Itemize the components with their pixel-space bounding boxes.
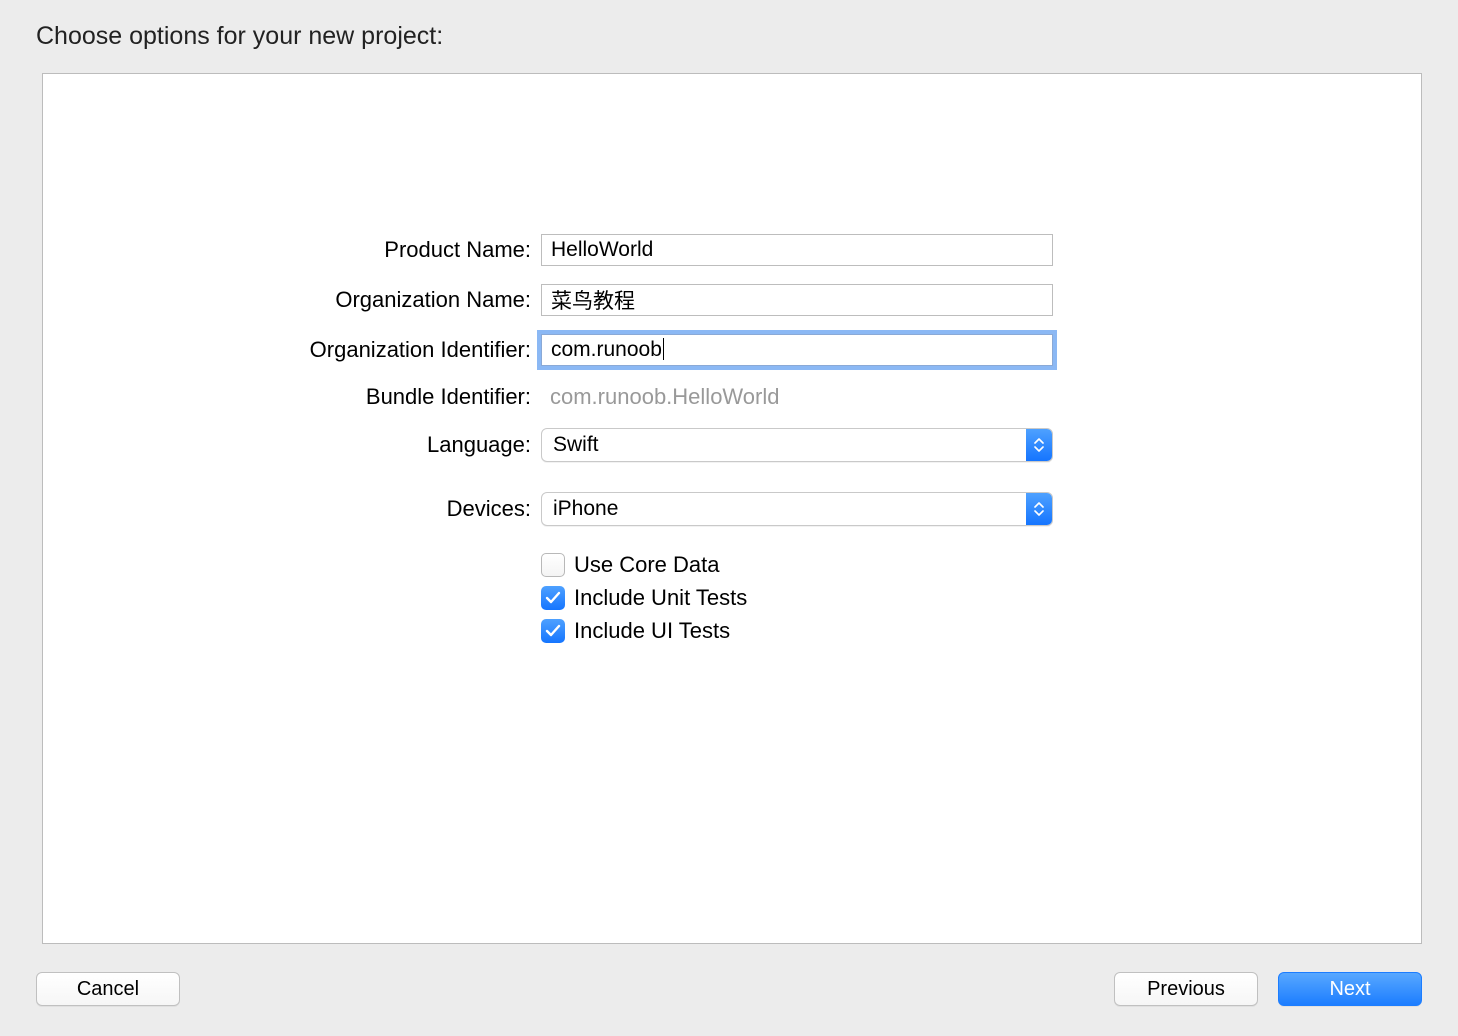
- new-project-options-dialog: Choose options for your new project: Pro…: [0, 0, 1458, 1036]
- organization-name-label: Organization Name:: [43, 287, 541, 313]
- checkbox-unchecked-icon: [541, 553, 565, 577]
- organization-identifier-value: com.runoob: [551, 338, 662, 362]
- organization-identifier-input[interactable]: com.runoob: [541, 334, 1053, 366]
- updown-arrows-icon: [1026, 493, 1052, 525]
- include-unit-tests-checkbox[interactable]: Include Unit Tests: [541, 585, 747, 611]
- devices-select[interactable]: iPhone: [541, 492, 1053, 526]
- dialog-title: Choose options for your new project:: [0, 0, 1458, 73]
- organization-identifier-label: Organization Identifier:: [43, 337, 541, 363]
- bundle-identifier-label: Bundle Identifier:: [43, 384, 541, 410]
- checkbox-checked-icon: [541, 619, 565, 643]
- use-core-data-checkbox[interactable]: Use Core Data: [541, 552, 747, 578]
- content-panel: Product Name: Organization Name: Organiz…: [42, 73, 1422, 944]
- language-select-value: Swift: [542, 433, 1026, 457]
- devices-select-value: iPhone: [542, 497, 1026, 521]
- use-core-data-label: Use Core Data: [574, 552, 720, 578]
- dialog-footer: Cancel Previous Next: [0, 944, 1458, 1036]
- include-unit-tests-label: Include Unit Tests: [574, 585, 747, 611]
- form: Product Name: Organization Name: Organiz…: [43, 234, 1421, 644]
- previous-button[interactable]: Previous: [1114, 972, 1258, 1006]
- include-ui-tests-checkbox[interactable]: Include UI Tests: [541, 618, 747, 644]
- organization-name-input[interactable]: [541, 284, 1053, 316]
- product-name-input[interactable]: [541, 234, 1053, 266]
- language-label: Language:: [43, 432, 541, 458]
- next-button[interactable]: Next: [1278, 972, 1422, 1006]
- bundle-identifier-value: com.runoob.HelloWorld: [541, 384, 779, 410]
- text-cursor-icon: [663, 338, 664, 360]
- checkbox-checked-icon: [541, 586, 565, 610]
- devices-label: Devices:: [43, 496, 541, 522]
- updown-arrows-icon: [1026, 429, 1052, 461]
- product-name-label: Product Name:: [43, 237, 541, 263]
- language-select[interactable]: Swift: [541, 428, 1053, 462]
- cancel-button[interactable]: Cancel: [36, 972, 180, 1006]
- include-ui-tests-label: Include UI Tests: [574, 618, 730, 644]
